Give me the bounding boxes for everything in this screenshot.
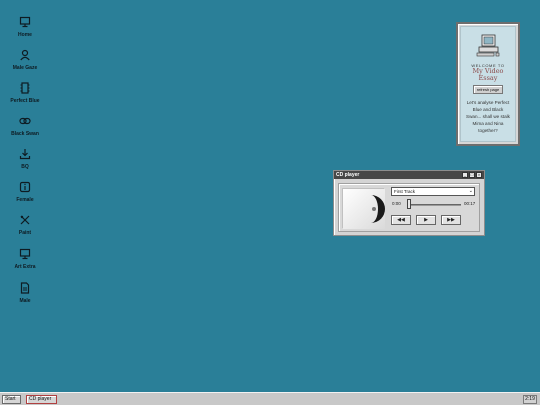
welcome-body-line: Let's analyse Perfect [466, 100, 510, 105]
desktop-icon-label: Art Extra [14, 264, 36, 270]
computer-icon [476, 34, 500, 57]
paint-tools-icon [20, 215, 30, 225]
taskbar-cd-player-button[interactable]: CD player [26, 395, 57, 404]
seek-handle[interactable] [407, 199, 411, 209]
seek-track[interactable] [407, 204, 461, 206]
welcome-body-line: Mima and Nina [472, 121, 504, 126]
film-icon [20, 82, 30, 94]
rewind-button[interactable]: ◀◀ [391, 215, 411, 225]
info-icon [19, 181, 31, 193]
welcome-body: Let's analyse Perfect Blue and Black Swa… [463, 99, 513, 134]
play-button[interactable]: ▶ [416, 215, 436, 225]
window-controls: _ □ × [462, 172, 482, 178]
desktop-icon-label: BQ [21, 164, 29, 170]
desktop-icon-female[interactable]: Female [4, 181, 46, 211]
welcome-panel: WELCOME TO My Video Essay refresh page L… [460, 26, 516, 142]
desktop-icon-bq[interactable]: BQ [4, 148, 46, 178]
current-time: 0:00 [392, 201, 401, 206]
desktop-icon-label: Paint [18, 230, 32, 236]
welcome-body-line: Swan... shall we stalk [466, 114, 510, 119]
desktop-icon-label: Male Gaze [12, 65, 38, 71]
desktop-icon-label: Perfect Blue [10, 98, 40, 104]
desktop-icon-male-gaze[interactable]: Male Gaze [4, 49, 46, 79]
total-time: 00:17 [464, 201, 476, 206]
close-icon[interactable]: × [476, 172, 482, 178]
link-icon [19, 117, 31, 125]
desktop-icon-label: Male [19, 298, 31, 304]
desktop-icon-male[interactable]: Male [4, 282, 46, 312]
cd-player-body: First Track ⌄ 0:00 00:17 ◀◀ ▶ ▶▶ [338, 183, 480, 232]
track-select[interactable]: First Track ⌄ [391, 187, 475, 196]
fast-forward-button[interactable]: ▶▶ [441, 215, 461, 225]
monitor-icon [19, 16, 31, 28]
minimize-icon[interactable]: _ [462, 172, 468, 178]
desktop-icon-paint[interactable]: Paint [4, 214, 46, 244]
vinyl-record-icon [343, 189, 385, 229]
cd-artwork [342, 188, 385, 229]
user-icon [20, 49, 30, 61]
welcome-body-line: Blue and Black [472, 107, 504, 112]
desktop-icon-art-extra[interactable]: Art Extra [4, 248, 46, 278]
cd-player-titlebar[interactable]: CD player _ □ × [334, 171, 484, 179]
transport-controls: ◀◀ ▶ ▶▶ [391, 215, 461, 225]
cd-player-title: CD player [336, 172, 360, 178]
refresh-page-button[interactable]: refresh page [472, 85, 504, 94]
desktop-icon-label: Home [18, 32, 32, 38]
desktop-icon-label: Black Swan [11, 131, 39, 137]
track-select-value: First Track [394, 189, 415, 194]
chevron-down-icon: ⌄ [468, 188, 473, 194]
taskbar: Start CD player 2:19 [0, 392, 540, 405]
desktop-icon-label: Female [16, 197, 34, 203]
start-button[interactable]: Start [2, 395, 21, 404]
desktop-icon-black-swan[interactable]: Black Swan [4, 115, 46, 145]
cd-player-window[interactable]: CD player _ □ × First Track ⌄ 0:00 00:17… [333, 170, 485, 236]
desktop-icon-perfect-blue[interactable]: Perfect Blue [4, 82, 46, 112]
desktop-icon-home[interactable]: Home [4, 16, 46, 46]
download-icon [19, 149, 31, 160]
monitor-icon [19, 248, 31, 260]
document-icon [20, 282, 30, 294]
maximize-icon[interactable]: □ [469, 172, 475, 178]
welcome-body-line: together? [478, 128, 498, 133]
welcome-window[interactable]: WELCOME TO My Video Essay refresh page L… [456, 22, 520, 146]
taskbar-clock: 2:19 [523, 395, 537, 404]
welcome-title-line2: Essay [478, 74, 498, 82]
